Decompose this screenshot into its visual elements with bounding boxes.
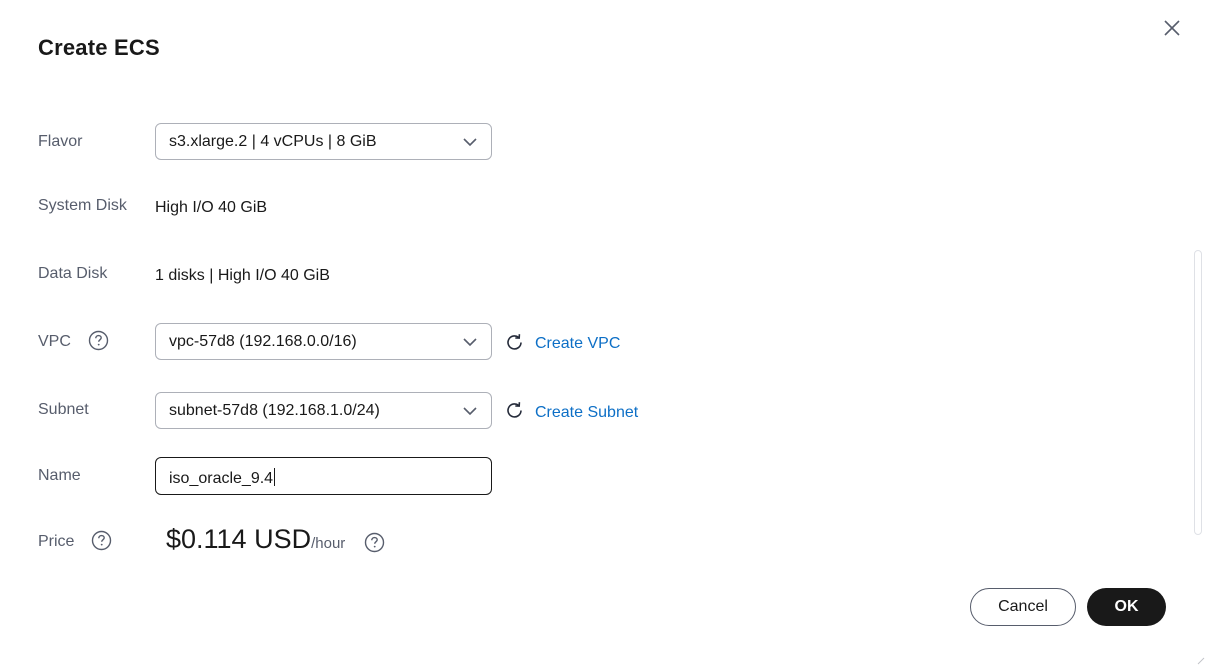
cancel-button[interactable]: Cancel — [970, 588, 1076, 626]
system-disk-value: High I/O 40 GiB — [155, 199, 268, 216]
vpc-label: VPC — [38, 333, 71, 350]
price-help-icon[interactable] — [364, 532, 385, 553]
ok-button[interactable]: OK — [1087, 588, 1166, 626]
flavor-label: Flavor — [38, 133, 83, 150]
price-unit: /hour — [311, 535, 346, 552]
close-icon[interactable] — [1161, 17, 1183, 39]
dialog-title: Create ECS — [38, 35, 160, 60]
vpc-select[interactable]: vpc-57d8 (192.168.0.0/16) — [155, 323, 492, 360]
data-disk-value: 1 disks | High I/O 40 GiB — [155, 267, 330, 284]
create-subnet-link[interactable]: Create Subnet — [535, 404, 638, 422]
name-input[interactable]: iso_oracle_9.4 — [155, 457, 492, 495]
refresh-vpc-icon[interactable] — [504, 332, 525, 353]
resize-corner-icon — [1197, 657, 1205, 665]
system-disk-label: System Disk — [38, 197, 127, 214]
vpc-selected-value: vpc-57d8 (192.168.0.0/16) — [169, 333, 357, 350]
create-ecs-dialog: Create ECS Flavor s3.xlarge.2 | 4 vCPUs … — [0, 0, 1207, 668]
subnet-selected-value: subnet-57d8 (192.168.1.0/24) — [169, 402, 380, 419]
create-vpc-link[interactable]: Create VPC — [535, 335, 620, 353]
chevron-down-icon — [463, 138, 477, 147]
dialog-body: Flavor s3.xlarge.2 | 4 vCPUs | 8 GiB Sys… — [0, 100, 1190, 555]
chevron-down-icon — [463, 407, 477, 416]
scrollbar-thumb[interactable] — [1194, 250, 1202, 535]
price-label: Price — [38, 533, 75, 550]
chevron-down-icon — [463, 338, 477, 347]
question-circle-icon[interactable] — [91, 530, 112, 551]
name-label: Name — [38, 467, 81, 484]
text-caret — [274, 468, 276, 486]
price-amount: $0.114 USD — [166, 524, 312, 554]
subnet-select[interactable]: subnet-57d8 (192.168.1.0/24) — [155, 392, 492, 429]
price-value: $0.114 USD/hour — [166, 524, 345, 555]
data-disk-label: Data Disk — [38, 265, 108, 282]
flavor-selected-value: s3.xlarge.2 | 4 vCPUs | 8 GiB — [169, 133, 377, 150]
subnet-label: Subnet — [38, 401, 89, 418]
name-input-value: iso_oracle_9.4 — [169, 470, 274, 487]
question-circle-icon[interactable] — [88, 330, 109, 351]
refresh-subnet-icon[interactable] — [504, 400, 525, 421]
flavor-select[interactable]: s3.xlarge.2 | 4 vCPUs | 8 GiB — [155, 123, 492, 160]
